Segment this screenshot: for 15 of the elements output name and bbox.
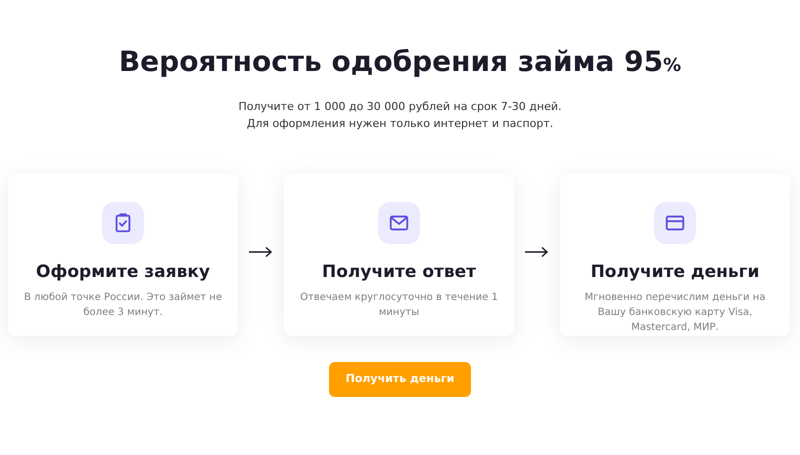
step-description: В любой точке России. Это займет не более 3 минут. [23,290,223,320]
envelope-icon [378,202,420,244]
get-money-button[interactable]: Получить деньги [329,362,471,397]
arrow-icon [525,246,549,258]
page-heading: Вероятность одобрения займа 95% [118,44,682,80]
subtitle-text: Получите от 1 000 до 30 000 рублей на срок 7-30 дней. [238,99,562,115]
step-description: Мгновенно перечислим деньги на Вашу банковскую карту Visa, Mastercard, МИР. [584,290,766,334]
subtitle-text: Для оформления нужен только интернет и паспорт. [246,116,554,132]
step-title: Оформите заявку [36,261,210,284]
step-title: Получите ответ [322,261,476,284]
arrow-icon [249,246,273,258]
credit-card-icon [654,202,696,244]
step-description: Отвечаем круглосуточно в течение 1 минуты [299,290,499,320]
step-title: Получите деньги [590,261,760,284]
clipboard-check-icon [102,202,144,244]
